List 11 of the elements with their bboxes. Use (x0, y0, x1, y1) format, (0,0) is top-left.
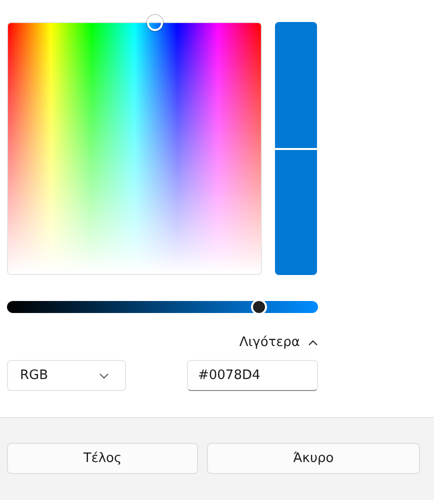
slider-thumb[interactable] (250, 299, 267, 315)
value-slider[interactable] (7, 301, 318, 313)
chevron-down-icon (99, 372, 109, 378)
chevron-icon (308, 340, 318, 346)
color-mode-dropdown[interactable]: RGB (7, 360, 126, 391)
color-spectrum[interactable] (7, 22, 262, 275)
dialog-button[interactable]: Άκυρο (207, 443, 420, 474)
dialog-button[interactable]: Τέλος (7, 443, 198, 474)
less-toggle[interactable]: Λιγότερα (239, 335, 318, 350)
spectrum-thumb[interactable] (147, 15, 163, 31)
hex-input-field[interactable]: #0078D4 (187, 360, 318, 391)
